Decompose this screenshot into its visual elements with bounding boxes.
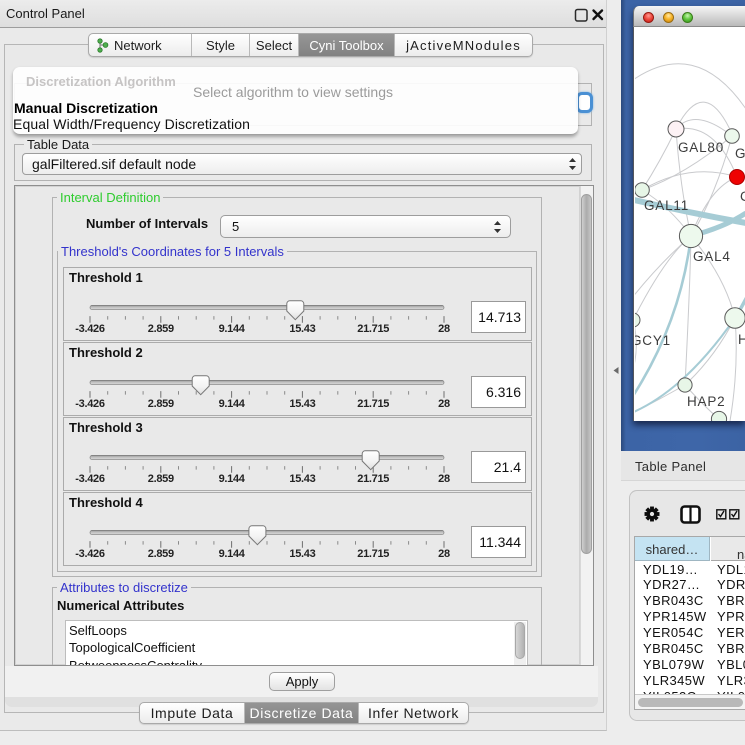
svg-text:C: C: [740, 189, 745, 204]
svg-text:H: H: [738, 332, 745, 347]
svg-text:GAL80: GAL80: [678, 140, 724, 155]
svg-text:GAL11: GAL11: [644, 198, 689, 213]
svg-text:HAP2: HAP2: [687, 394, 725, 409]
svg-text:G: G: [735, 146, 745, 161]
svg-text:GCY1: GCY1: [635, 333, 671, 348]
svg-text:GAL4: GAL4: [693, 249, 731, 264]
